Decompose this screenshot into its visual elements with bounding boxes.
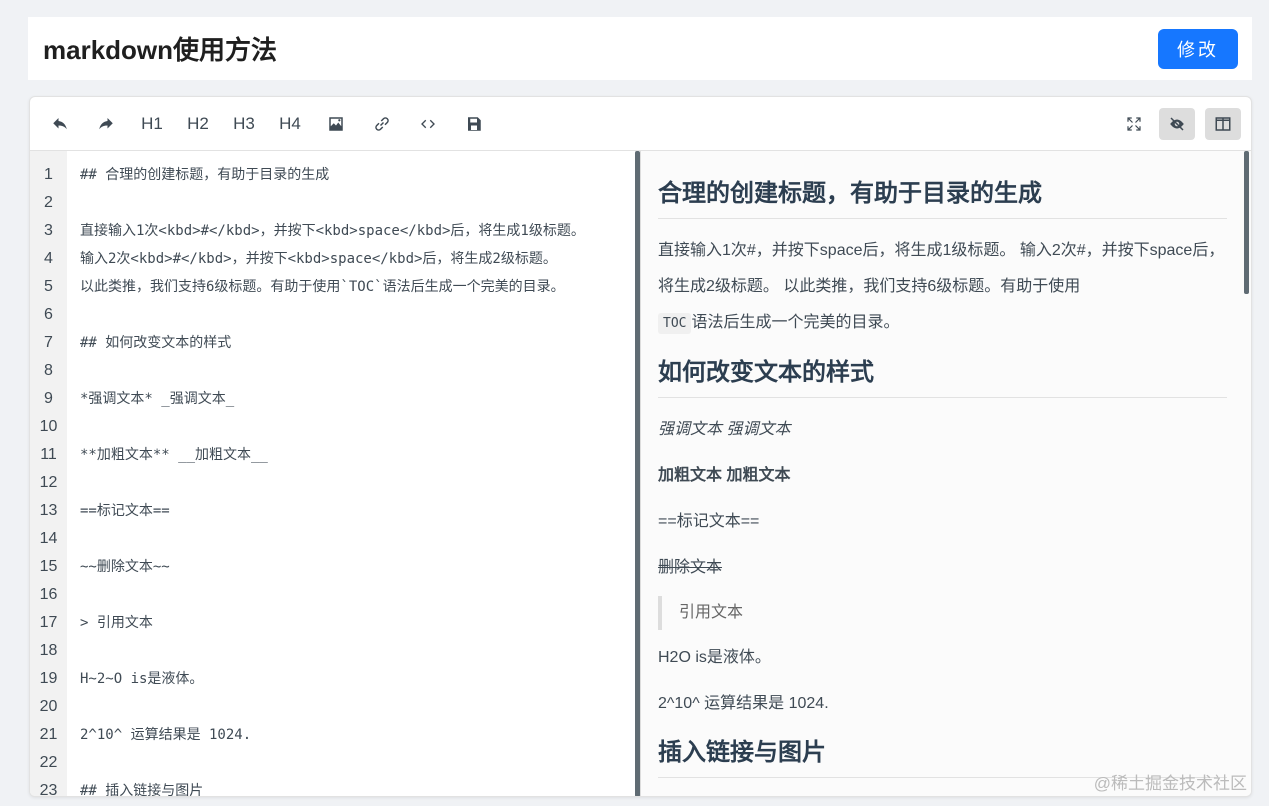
em: 强调文本 强调文本 — [658, 421, 790, 438]
line-number: 4 — [30, 245, 67, 273]
eye-off-icon[interactable] — [1159, 108, 1195, 140]
line-number: 8 — [30, 357, 67, 385]
code-line[interactable]: ## 插入链接与图片 — [80, 777, 640, 797]
preview-heading: 合理的创建标题，有助于目录的生成 — [658, 173, 1227, 219]
line-number: 19 — [30, 665, 67, 693]
strong: 加粗文本 加粗文本 — [658, 467, 790, 484]
line-number: 18 — [30, 637, 67, 665]
code-icon[interactable] — [408, 108, 448, 140]
code-area[interactable]: ## 合理的创建标题，有助于目录的生成直接输入1次<kbd>#</kbd>，并按… — [67, 151, 640, 797]
superscript-text: 2^10^ 运算结果是 1024. — [658, 686, 1227, 722]
save-icon[interactable] — [454, 108, 494, 140]
preview-paragraph: 直接输入1次#，并按下space后，将生成1级标题。 输入2次#，并按下spac… — [658, 233, 1227, 342]
line-number: 23 — [30, 777, 67, 797]
link-icon[interactable] — [362, 108, 402, 140]
code-line[interactable]: 以此类推，我们支持6级标题。有助于使用`TOC`语法后生成一个完美的目录。 — [80, 273, 640, 301]
code-line[interactable] — [80, 357, 640, 385]
line-number: 7 — [30, 329, 67, 357]
markdown-editor: H1 H2 H3 H4 1234567891011121314151617181… — [29, 96, 1252, 797]
code-line[interactable] — [80, 301, 640, 329]
emphasis-text: 强调文本 强调文本 — [658, 412, 1227, 448]
preview-pane: 合理的创建标题，有助于目录的生成 直接输入1次#，并按下space后，将生成1级… — [641, 151, 1251, 797]
code-line[interactable] — [80, 469, 640, 497]
blockquote: 引用文本 — [658, 596, 1227, 630]
code-line[interactable]: ## 合理的创建标题，有助于目录的生成 — [80, 161, 640, 189]
line-number: 3 — [30, 217, 67, 245]
h2-button[interactable]: H2 — [178, 108, 218, 140]
code-line[interactable]: 2^10^ 运算结果是 1024. — [80, 721, 640, 749]
image-icon[interactable] — [316, 108, 356, 140]
split-view-icon[interactable] — [1205, 108, 1241, 140]
markdown-source-pane[interactable]: 1234567891011121314151617181920212223 ##… — [30, 151, 641, 797]
code-line[interactable]: > 引用文本 — [80, 609, 640, 637]
code-line[interactable] — [80, 581, 640, 609]
subscript-text: H2O is是液体。 — [658, 640, 1227, 676]
h1-button[interactable]: H1 — [132, 108, 172, 140]
code-line[interactable] — [80, 637, 640, 665]
line-number: 2 — [30, 189, 67, 217]
code-line[interactable]: 输入2次<kbd>#</kbd>，并按下<kbd>space</kbd>后，将生… — [80, 245, 640, 273]
inline-code: TOC — [658, 313, 691, 334]
editor-scrollbar[interactable] — [635, 151, 640, 797]
code-line[interactable] — [80, 189, 640, 217]
line-number: 20 — [30, 693, 67, 721]
code-line[interactable]: ~~删除文本~~ — [80, 553, 640, 581]
line-number: 14 — [30, 525, 67, 553]
paragraph-text: 语法后生成一个完美的目录。 — [691, 314, 899, 331]
edit-button[interactable]: 修改 — [1158, 29, 1238, 69]
line-number: 1 — [30, 161, 67, 189]
code-line[interactable]: ==标记文本== — [80, 497, 640, 525]
h3-button[interactable]: H3 — [224, 108, 264, 140]
line-number: 9 — [30, 385, 67, 413]
editor-toolbar: H1 H2 H3 H4 — [30, 97, 1251, 151]
line-number: 15 — [30, 553, 67, 581]
undo-icon[interactable] — [40, 108, 80, 140]
line-numbers: 1234567891011121314151617181920212223 — [30, 151, 67, 797]
preview-scrollbar[interactable] — [1244, 151, 1249, 294]
line-number: 13 — [30, 497, 67, 525]
line-number: 10 — [30, 413, 67, 441]
line-number: 22 — [30, 749, 67, 777]
h4-button[interactable]: H4 — [270, 108, 310, 140]
del: 删除文本 — [658, 559, 722, 576]
code-line[interactable] — [80, 525, 640, 553]
line-number: 11 — [30, 441, 67, 469]
preview-heading: 如何改变文本的样式 — [658, 352, 1227, 398]
fullscreen-icon[interactable] — [1119, 108, 1149, 140]
page-title: markdown使用方法 — [43, 30, 277, 67]
strike-text: 删除文本 — [658, 550, 1227, 586]
code-line[interactable]: ## 如何改变文本的样式 — [80, 329, 640, 357]
redo-icon[interactable] — [86, 108, 126, 140]
code-line[interactable]: **加粗文本** __加粗文本__ — [80, 441, 640, 469]
page-header: markdown使用方法 修改 — [28, 17, 1252, 80]
line-number: 12 — [30, 469, 67, 497]
code-line[interactable]: *强调文本* _强调文本_ — [80, 385, 640, 413]
watermark: @稀土掘金技术社区 — [1094, 769, 1247, 794]
code-line[interactable] — [80, 413, 640, 441]
code-line[interactable] — [80, 749, 640, 777]
code-line[interactable] — [80, 693, 640, 721]
mark-text: ==标记文本== — [658, 504, 1227, 540]
line-number: 5 — [30, 273, 67, 301]
line-number: 17 — [30, 609, 67, 637]
code-line[interactable]: 直接输入1次<kbd>#</kbd>，并按下<kbd>space</kbd>后，… — [80, 217, 640, 245]
paragraph-text: 直接输入1次#，并按下space后，将生成1级标题。 输入2次#，并按下spac… — [658, 242, 1224, 295]
code-line[interactable]: H~2~O is是液体。 — [80, 665, 640, 693]
line-number: 21 — [30, 721, 67, 749]
line-number: 6 — [30, 301, 67, 329]
line-number: 16 — [30, 581, 67, 609]
bold-text: 加粗文本 加粗文本 — [658, 458, 1227, 494]
